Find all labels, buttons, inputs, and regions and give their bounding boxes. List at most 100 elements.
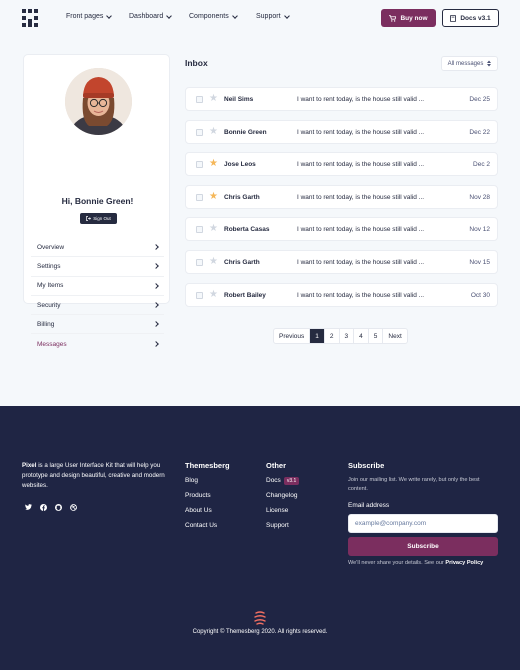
message-preview: I want to rent today, is the house still… (297, 161, 425, 168)
star-icon[interactable]: ★ (209, 289, 218, 301)
chevron-down-icon (166, 12, 173, 19)
message-date: Nov 12 (469, 226, 490, 233)
menu-item-settings[interactable]: Settings (31, 257, 164, 277)
star-icon[interactable]: ★ (209, 256, 218, 268)
message-sender: Robert Bailey (224, 292, 266, 299)
pagination-next[interactable]: Next (383, 329, 406, 343)
footer: Pixel is a large User Interface Kit that… (0, 406, 520, 670)
pagination-page-2[interactable]: 2 (325, 329, 340, 343)
pagination-page-1[interactable]: 1 (310, 329, 325, 343)
version-badge: v3.1 (283, 477, 300, 485)
chevron-down-icon (283, 12, 290, 19)
twitter-icon[interactable] (24, 503, 32, 511)
pagination-page-5[interactable]: 5 (369, 329, 384, 343)
message-preview: I want to rent today, is the house still… (297, 96, 425, 103)
message-row[interactable]: ★ Roberta Casas I want to rent today, is… (185, 217, 498, 241)
menu-item-my-items[interactable]: My Items (31, 277, 164, 296)
profile-card: Hi, Bonnie Green! Sign Out Overview Sett… (23, 54, 170, 348)
footer-link-docs[interactable]: Docs v3.1 (266, 477, 300, 492)
footer-link-blog[interactable]: Blog (185, 477, 230, 492)
star-icon[interactable]: ★ (209, 191, 218, 203)
footer-link-about-us[interactable]: About Us (185, 507, 230, 522)
star-icon[interactable]: ★ (209, 93, 218, 105)
message-checkbox[interactable] (196, 259, 203, 266)
footer-col-title: Other (266, 461, 287, 470)
message-sender: Chris Garth (224, 259, 260, 266)
dribbble-icon[interactable] (69, 503, 77, 511)
facebook-icon[interactable] (39, 503, 47, 511)
message-row[interactable]: ★ Bonnie Green I want to rent today, is … (185, 120, 498, 144)
message-date: Dec 25 (469, 96, 490, 103)
message-checkbox[interactable] (196, 161, 203, 168)
message-date: Nov 28 (469, 194, 490, 201)
chevron-right-icon (153, 244, 159, 250)
star-icon[interactable]: ★ (209, 223, 218, 235)
footer-link-products[interactable]: Products (185, 492, 230, 507)
message-checkbox[interactable] (196, 96, 203, 103)
chevron-right-icon (153, 282, 159, 289)
privacy-policy-link[interactable]: Privacy Policy (445, 560, 483, 566)
message-row[interactable]: ★ Chris Garth I want to rent today, is t… (185, 250, 498, 274)
chevron-right-icon (153, 302, 159, 308)
inbox-title: Inbox (185, 58, 208, 68)
star-icon[interactable]: ★ (209, 158, 218, 170)
message-preview: I want to rent today, is the house still… (297, 292, 425, 299)
chevron-right-icon (153, 341, 159, 347)
message-sender: Chris Garth (224, 194, 260, 201)
message-sender: Jose Leos (224, 161, 256, 168)
nav-dashboard[interactable]: Dashboard (129, 12, 173, 20)
pagination-page-4[interactable]: 4 (354, 329, 369, 343)
book-icon (450, 14, 457, 22)
message-row[interactable]: ★ Neil Sims I want to rent today, is the… (185, 87, 498, 111)
email-field[interactable] (348, 514, 498, 533)
buy-now-button[interactable]: Buy now (381, 9, 436, 27)
menu-item-overview[interactable]: Overview (31, 238, 164, 258)
copyright: Copyright © Themesberg 2020. All rights … (192, 629, 328, 635)
nav-components[interactable]: Components (189, 12, 238, 20)
message-checkbox[interactable] (196, 194, 203, 201)
message-filter-select[interactable]: All messages (441, 56, 498, 71)
pagination-page-3[interactable]: 3 (340, 329, 355, 343)
subscribe-button[interactable]: Subscribe (348, 537, 498, 556)
message-row[interactable]: ★ Jose Leos I want to rent today, is the… (185, 152, 498, 176)
nav-support[interactable]: Support (256, 12, 290, 20)
message-checkbox[interactable] (196, 292, 203, 299)
avatar (65, 68, 132, 135)
sign-out-button[interactable]: Sign Out (80, 213, 117, 224)
footer-link-license[interactable]: License (266, 507, 299, 522)
subscribe-text: Join our mailing list. We write rarely, … (348, 477, 480, 492)
message-checkbox[interactable] (196, 129, 203, 136)
navbar: Front pages Dashboard Components Support… (0, 0, 520, 38)
chevron-right-icon (153, 321, 159, 328)
message-sender: Neil Sims (224, 96, 254, 103)
sign-out-icon (86, 216, 92, 221)
cart-icon (389, 14, 397, 22)
message-checkbox[interactable] (196, 226, 203, 233)
footer-col-title: Themesberg (185, 461, 230, 470)
pixel-logo[interactable] (22, 9, 38, 27)
message-sender: Bonnie Green (224, 129, 267, 136)
docs-button[interactable]: Docs v3.1 (442, 9, 499, 27)
menu-item-billing[interactable]: Billing (31, 315, 164, 335)
message-date: Dec 22 (469, 129, 490, 136)
menu-item-security[interactable]: Security (31, 296, 164, 316)
footer-col-themesberg: Themesberg Blog Products About Us Contac… (185, 461, 230, 537)
chevron-right-icon (153, 263, 159, 270)
email-label: Email address (348, 502, 390, 509)
nav-front-pages[interactable]: Front pages (66, 12, 113, 20)
github-icon[interactable] (54, 503, 62, 511)
star-icon[interactable]: ★ (209, 126, 218, 138)
footer-about: Pixel is a large User Interface Kit that… (22, 462, 165, 489)
footer-link-support[interactable]: Support (266, 522, 299, 537)
message-sender: Roberta Casas (224, 226, 270, 233)
footer-link-contact-us[interactable]: Contact Us (185, 522, 230, 537)
menu-item-messages[interactable]: Messages (31, 334, 164, 353)
message-date: Dec 2 (473, 161, 490, 168)
footer-col-other: Other Docs v3.1 Changelog License Support (266, 461, 300, 537)
message-row[interactable]: ★ Robert Bailey I want to rent today, is… (185, 283, 498, 307)
message-row[interactable]: ★ Chris Garth I want to rent today, is t… (185, 185, 498, 209)
social-links (24, 503, 77, 511)
pagination-previous[interactable]: Previous (274, 329, 311, 343)
footer-link-changelog[interactable]: Changelog (266, 492, 299, 507)
message-date: Nov 15 (469, 259, 490, 266)
